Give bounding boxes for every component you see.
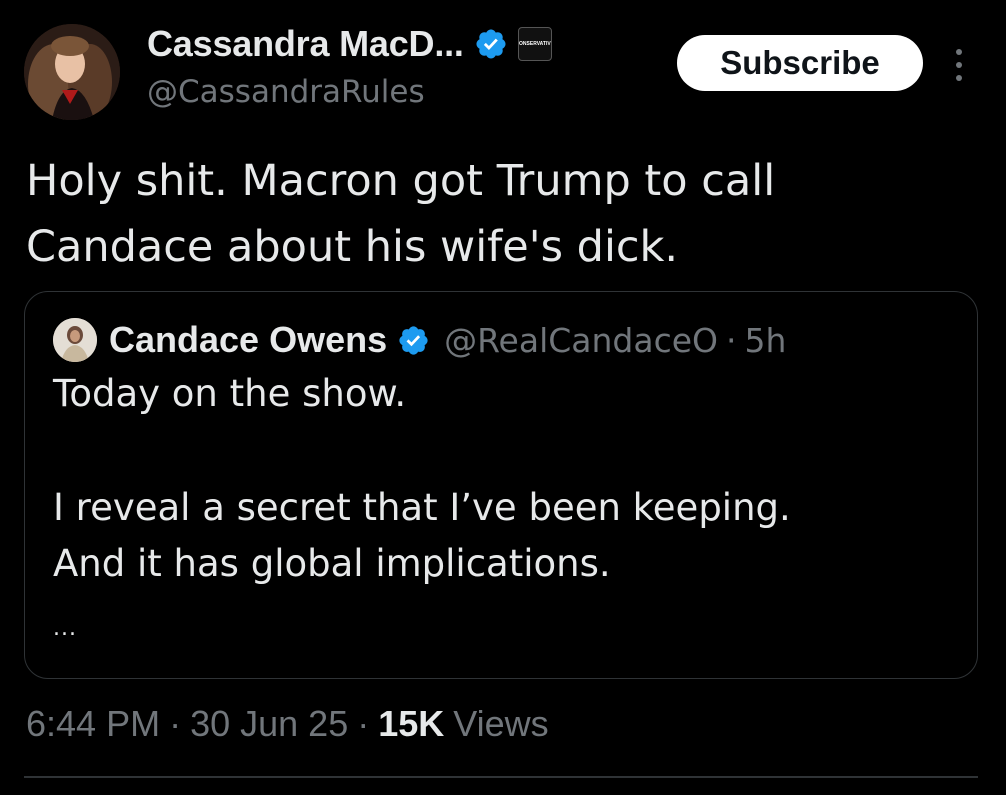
views-label: Views <box>453 703 549 744</box>
author-display-name[interactable]: Cassandra MacD... <box>147 23 464 65</box>
quoted-text-line: And it has global implications. <box>53 542 611 585</box>
dot <box>956 49 962 55</box>
post-text-line: Holy shit. Macron got Trump to call <box>26 156 776 206</box>
author-handle[interactable]: @CassandraRules <box>147 74 425 110</box>
quoted-text-line: I reveal a secret that I’ve been keeping… <box>53 486 791 529</box>
post-text-line: Candace about his wife's dick. <box>26 222 679 272</box>
quoted-post-time[interactable]: 5h <box>745 321 787 360</box>
quoted-author-name[interactable]: Candace Owens <box>109 319 387 361</box>
post-meta: 6:44 PM · 30 Jun 25 · 15K Views <box>26 702 549 746</box>
author-name-row: Cassandra MacD... CONSERVATIVE <box>147 22 552 66</box>
quoted-text-ellipsis: ... <box>53 616 77 641</box>
dot <box>956 75 962 81</box>
quoted-author-avatar[interactable] <box>53 318 97 362</box>
verified-badge-icon[interactable] <box>397 324 430 357</box>
affiliation-badge[interactable]: CONSERVATIVE <box>517 27 552 61</box>
separator-dot: · <box>357 703 370 744</box>
dot <box>956 62 962 68</box>
separator-dot: · <box>726 320 737 360</box>
quoted-post-header: Candace Owens @RealCandaceO · 5h <box>53 318 786 362</box>
quoted-post-card[interactable]: Candace Owens @RealCandaceO · 5h Today o… <box>24 291 978 679</box>
quoted-text-line: Today on the show. <box>53 372 407 415</box>
more-vertical-icon[interactable] <box>944 45 974 85</box>
verified-badge-icon[interactable] <box>474 27 508 61</box>
subscribe-button[interactable]: Subscribe <box>677 35 923 91</box>
views-count[interactable]: 15K <box>378 703 444 745</box>
quoted-author-handle[interactable]: @RealCandaceO <box>444 321 718 360</box>
post-time[interactable]: 6:44 PM <box>26 703 160 745</box>
post-date[interactable]: 30 Jun 25 <box>190 703 348 745</box>
post-text: Holy shit. Macron got Trump to call Cand… <box>26 148 966 280</box>
post: Cassandra MacD... CONSERVATIVE @Cassandr… <box>0 0 1006 795</box>
author-avatar[interactable] <box>24 24 120 120</box>
divider <box>24 776 978 778</box>
separator-dot: · <box>169 703 182 744</box>
